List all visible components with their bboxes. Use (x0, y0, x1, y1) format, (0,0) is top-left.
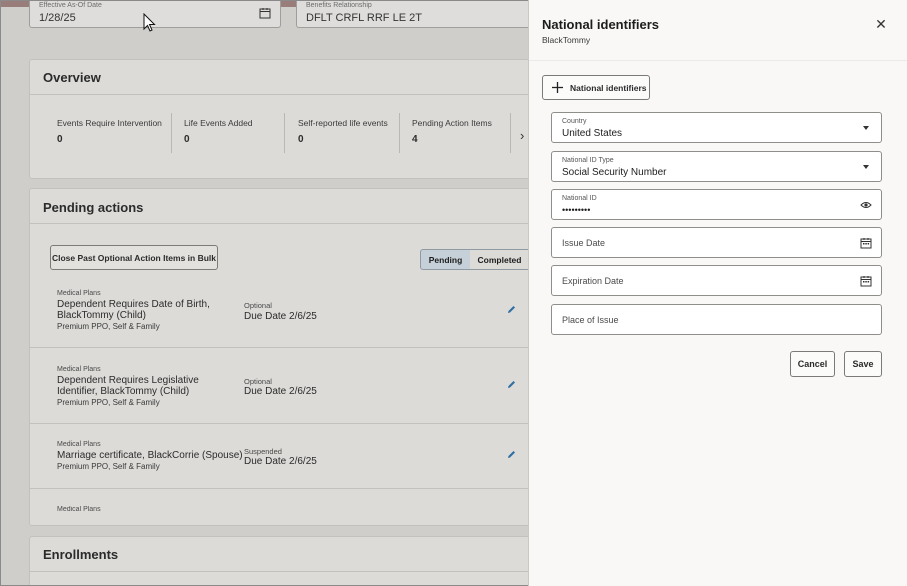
expiration-date-placeholder: Expiration Date (562, 276, 624, 286)
national-identifiers-drawer: National identifiers BlackTommy ✕ Nation… (528, 0, 907, 586)
overview-title: Overview (43, 70, 101, 85)
divider (529, 60, 907, 61)
relationship-value: DFLT CRFL RRF LE 2T (306, 12, 422, 24)
drawer-subtitle: BlackTommy (542, 35, 591, 45)
country-label: Country (562, 118, 587, 125)
item-category: Medical Plans (57, 366, 101, 373)
chevron-down-icon[interactable] (863, 165, 869, 169)
metric-label: Self-reported life events (298, 118, 388, 128)
item-category: Medical Plans (57, 441, 101, 448)
close-icon[interactable]: ✕ (873, 16, 889, 32)
metric-events-intervention[interactable]: Events Require Intervention 0 (57, 118, 162, 145)
item-status: Optional (244, 301, 272, 310)
divider (29, 223, 529, 224)
pending-actions-card (29, 188, 569, 526)
metric-value: 4 (412, 134, 418, 145)
divider (29, 488, 529, 489)
national-id-value: ••••••••• (562, 205, 591, 215)
metric-value: 0 (298, 134, 304, 145)
item-due-date: Due Date 2/6/25 (244, 456, 317, 467)
enrollments-title: Enrollments (43, 547, 119, 562)
item-due-date: Due Date 2/6/25 (244, 311, 317, 322)
item-subtitle: Premium PPO, Self & Family (57, 398, 160, 407)
divider (29, 347, 529, 348)
drawer-title: National identifiers (542, 17, 660, 32)
metric-label: Events Require Intervention (57, 118, 162, 128)
item-category: Medical Plans (57, 506, 101, 513)
segment-completed[interactable]: Completed (470, 249, 530, 270)
country-value: United States (562, 128, 623, 139)
list-item[interactable]: Medical Plans (57, 506, 537, 514)
metric-life-events-added[interactable]: Life Events Added 0 (184, 118, 253, 145)
relationship-field[interactable]: Benefits Relationship DFLT CRFL RRF LE 2… (296, 1, 536, 28)
id-type-value: Social Security Number (562, 167, 667, 178)
expiration-date-input[interactable]: Expiration Date (551, 265, 882, 296)
calendar-icon[interactable] (860, 237, 872, 249)
item-category: Medical Plans (57, 290, 101, 297)
relationship-label: Benefits Relationship (306, 2, 372, 9)
divider (29, 94, 529, 95)
metric-value: 0 (184, 134, 190, 145)
national-id-type-select[interactable]: National ID Type Social Security Number (551, 151, 882, 182)
close-bulk-button[interactable]: Close Past Optional Action Items in Bulk (50, 245, 218, 270)
country-select[interactable]: Country United States (551, 112, 882, 143)
divider (284, 113, 285, 153)
add-national-identifier-button[interactable]: National identifiers (542, 75, 650, 100)
item-title: Dependent Requires Legislative Identifie… (57, 375, 199, 397)
metric-label: Life Events Added (184, 118, 253, 128)
plus-icon (552, 82, 563, 93)
pending-actions-title: Pending actions (43, 200, 144, 215)
issue-date-placeholder: Issue Date (562, 238, 606, 248)
segment-pending[interactable]: Pending (420, 249, 471, 270)
metric-value: 0 (57, 134, 63, 145)
calendar-icon[interactable] (860, 275, 872, 287)
item-subtitle: Premium PPO, Self & Family (57, 322, 160, 331)
pencil-icon[interactable] (506, 449, 517, 460)
save-button[interactable]: Save (844, 351, 882, 377)
effective-date-value: 1/28/25 (39, 12, 76, 24)
metric-self-reported[interactable]: Self-reported life events 0 (298, 118, 388, 145)
divider (29, 571, 529, 572)
pencil-icon[interactable] (506, 304, 517, 315)
add-button-label: National identifiers (570, 82, 647, 93)
chevron-down-icon[interactable] (863, 126, 869, 130)
divider (399, 113, 400, 153)
divider (510, 113, 511, 153)
divider (171, 113, 172, 153)
pencil-icon[interactable] (506, 379, 517, 390)
place-of-issue-placeholder: Place of Issue (562, 315, 619, 325)
metric-pending-action-items[interactable]: Pending Action Items 4 (412, 118, 492, 145)
national-id-input[interactable]: National ID ••••••••• (551, 189, 882, 220)
issue-date-input[interactable]: Issue Date (551, 227, 882, 258)
calendar-icon[interactable] (259, 7, 271, 19)
divider (29, 423, 529, 424)
id-type-label: National ID Type (562, 157, 614, 164)
item-status: Suspended (244, 447, 282, 456)
item-title: Dependent Requires Date of Birth, BlackT… (57, 299, 210, 321)
item-title: Marriage certificate, BlackCorrie (Spous… (57, 450, 243, 461)
item-due-date: Due Date 2/6/25 (244, 386, 317, 397)
chevron-right-icon[interactable]: › (520, 128, 524, 143)
mouse-cursor-icon (143, 13, 156, 32)
national-id-label: National ID (562, 195, 597, 202)
eye-icon[interactable] (860, 199, 872, 211)
effective-date-label: Effective As-Of Date (39, 2, 102, 9)
place-of-issue-input[interactable]: Place of Issue (551, 304, 882, 335)
item-status: Optional (244, 377, 272, 386)
cancel-button[interactable]: Cancel (790, 351, 835, 377)
metric-label: Pending Action Items (412, 118, 492, 128)
